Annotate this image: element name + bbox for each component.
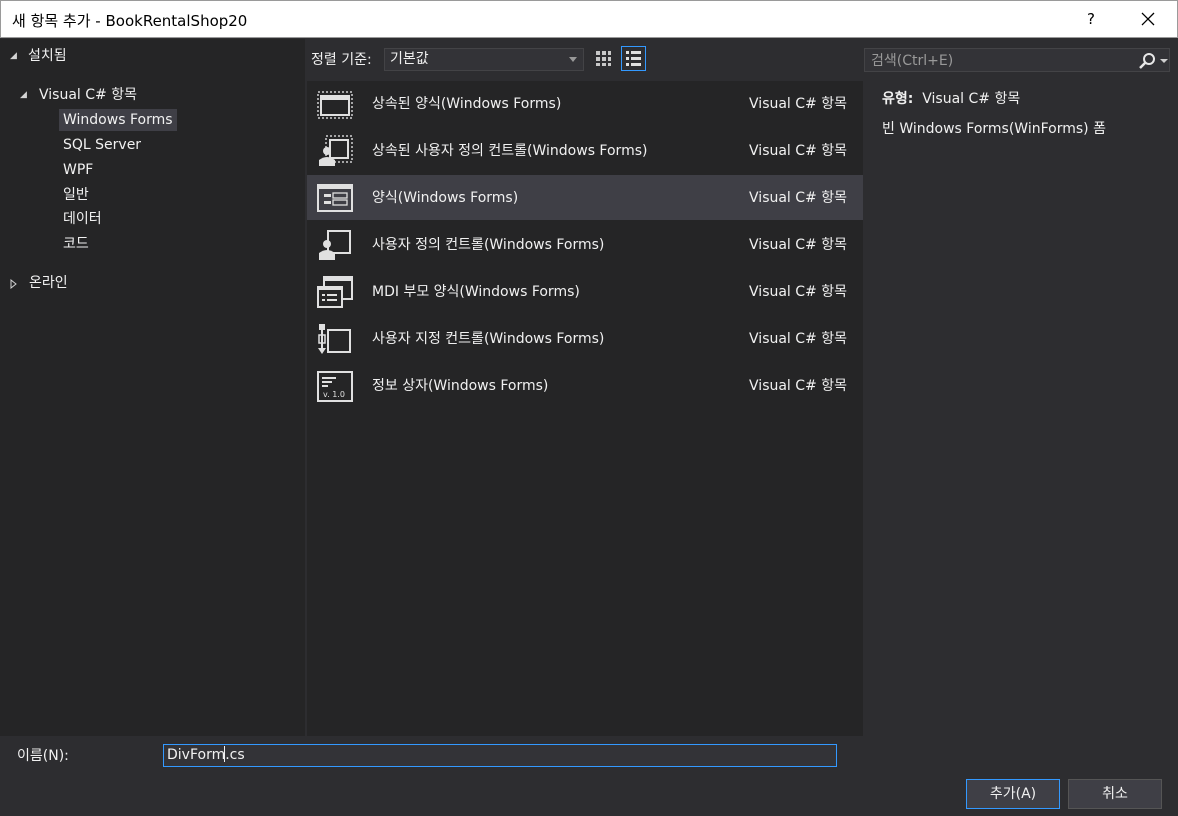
mdi-parent-form-icon xyxy=(317,276,353,308)
tree-item-wpf[interactable]: WPF xyxy=(63,159,93,181)
chevron-down-icon xyxy=(569,57,577,62)
search-input[interactable]: 검색(Ctrl+E) xyxy=(871,51,953,71)
tree-item-data[interactable]: 데이터 xyxy=(63,208,102,230)
template-type: Visual C# 항목 xyxy=(749,190,847,206)
template-type: Visual C# 항목 xyxy=(749,96,847,112)
template-name: 사용자 지정 컨트롤(Windows Forms) xyxy=(372,331,605,347)
template-name: 사용자 정의 컨트롤(Windows Forms) xyxy=(372,237,605,253)
tree-item-general[interactable]: 일반 xyxy=(63,184,89,206)
user-control-icon xyxy=(319,230,351,260)
inherited-user-control-icon xyxy=(319,135,353,166)
grid-view-icon xyxy=(596,51,611,66)
search-icon[interactable] xyxy=(1138,52,1156,70)
tree-item-online-label: 온라인 xyxy=(29,275,68,291)
cancel-button[interactable]: 취소 xyxy=(1068,779,1162,809)
list-view-icon xyxy=(626,51,641,66)
name-value-after-caret: .cs xyxy=(225,747,245,763)
title-bar: 새 항목 추가 - BookRentalShop20 ? xyxy=(0,0,1178,38)
help-button[interactable]: ? xyxy=(1078,5,1104,33)
about-box-icon: v. 1.0 xyxy=(317,371,353,402)
expanded-triangle-icon[interactable]: ◢ xyxy=(10,45,17,67)
list-view-button[interactable] xyxy=(621,46,646,71)
tree-item-windows-forms[interactable]: Windows Forms xyxy=(59,109,177,131)
sort-label: 정렬 기준: xyxy=(311,52,372,68)
sort-dropdown[interactable]: 기본값 xyxy=(384,48,584,71)
expanded-triangle-icon[interactable]: ◢ xyxy=(20,84,27,106)
name-value-before-caret: DivForm xyxy=(167,747,226,763)
name-label: 이름(N): xyxy=(17,748,69,764)
template-type: Visual C# 항목 xyxy=(749,378,847,394)
template-list: 상속된 양식(Windows Forms) Visual C# 항목 상속된 사… xyxy=(307,81,863,736)
template-type: Visual C# 항목 xyxy=(749,284,847,300)
template-type: Visual C# 항목 xyxy=(749,143,847,159)
custom-control-icon xyxy=(318,324,351,354)
template-row-mdi-parent-form[interactable]: MDI 부모 양식(Windows Forms) Visual C# 항목 xyxy=(307,269,863,314)
details-type: 유형: Visual C# 항목 xyxy=(882,89,1020,109)
template-tree: ◢ 설치됨 ◢ Visual C# 항목 Windows Forms SQL S… xyxy=(0,39,305,736)
close-icon xyxy=(1141,12,1155,26)
form-icon xyxy=(317,184,353,212)
details-type-value: Visual C# 항목 xyxy=(922,91,1021,107)
add-button[interactable]: 추가(A) xyxy=(966,779,1060,809)
template-name: 정보 상자(Windows Forms) xyxy=(372,378,549,394)
tree-item-installed-label: 설치됨 xyxy=(28,48,67,64)
name-input[interactable]: DivForm.cs xyxy=(163,744,837,767)
inherited-form-icon xyxy=(317,91,353,119)
search-box[interactable]: 검색(Ctrl+E) xyxy=(864,48,1170,72)
template-name: 양식(Windows Forms) xyxy=(372,190,519,206)
window-title: 새 항목 추가 - BookRentalShop20 xyxy=(12,12,248,30)
template-row-inherited-form[interactable]: 상속된 양식(Windows Forms) Visual C# 항목 xyxy=(307,81,863,126)
template-name: MDI 부모 양식(Windows Forms) xyxy=(372,284,580,300)
template-row-about-box[interactable]: v. 1.0 정보 상자(Windows Forms) Visual C# 항목 xyxy=(307,363,863,408)
tree-item-visual-csharp-label: Visual C# 항목 xyxy=(39,87,137,103)
template-type: Visual C# 항목 xyxy=(749,237,847,253)
search-options-chevron-icon[interactable] xyxy=(1160,59,1168,63)
template-details: 유형: Visual C# 항목 빈 Windows Forms(WinForm… xyxy=(864,81,1170,736)
template-type: Visual C# 항목 xyxy=(749,331,847,347)
sort-dropdown-value: 기본값 xyxy=(390,51,429,67)
collapsed-triangle-icon[interactable] xyxy=(10,279,17,289)
close-button[interactable] xyxy=(1129,5,1167,33)
template-name: 상속된 사용자 정의 컨트롤(Windows Forms) xyxy=(372,143,648,159)
details-description: 빈 Windows Forms(WinForms) 폼 xyxy=(882,121,1106,137)
tree-item-code[interactable]: 코드 xyxy=(63,233,89,255)
template-name: 상속된 양식(Windows Forms) xyxy=(372,96,562,112)
template-row-custom-control[interactable]: 사용자 지정 컨트롤(Windows Forms) Visual C# 항목 xyxy=(307,316,863,361)
template-row-inherited-user-control[interactable]: 상속된 사용자 정의 컨트롤(Windows Forms) Visual C# … xyxy=(307,128,863,173)
details-type-label: 유형: xyxy=(882,91,914,107)
tree-item-sql-server[interactable]: SQL Server xyxy=(63,134,141,156)
template-row-user-control[interactable]: 사용자 정의 컨트롤(Windows Forms) Visual C# 항목 xyxy=(307,222,863,267)
template-row-form[interactable]: 양식(Windows Forms) Visual C# 항목 xyxy=(307,175,863,220)
version-text: v. 1.0 xyxy=(323,390,345,399)
small-icons-view-button[interactable] xyxy=(591,46,616,71)
